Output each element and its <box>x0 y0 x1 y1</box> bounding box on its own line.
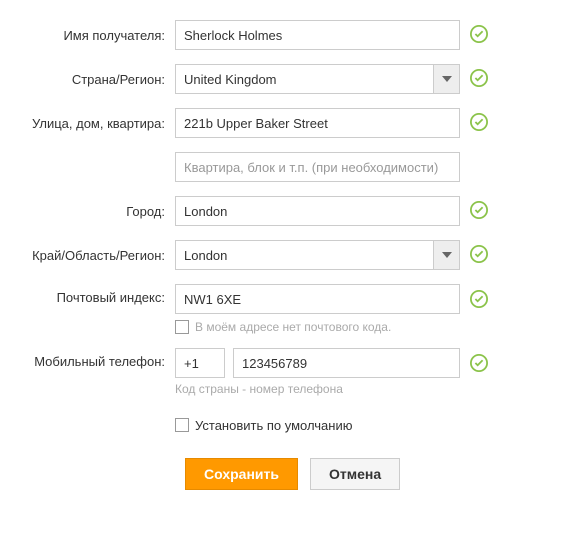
address-form: Имя получателя: Страна/Регион: Улица, до… <box>10 20 532 490</box>
recipient-label: Имя получателя: <box>10 28 175 43</box>
valid-icon <box>470 25 488 46</box>
cancel-button[interactable]: Отмена <box>310 458 400 490</box>
button-row: Сохранить Отмена <box>10 458 532 490</box>
phone-label: Мобильный телефон: <box>10 348 175 369</box>
phone-row: Мобильный телефон: Код страны - номер те… <box>10 348 532 396</box>
save-button[interactable]: Сохранить <box>185 458 298 490</box>
phone-hint: Код страны - номер телефона <box>175 382 460 396</box>
valid-icon <box>470 69 488 90</box>
postal-label: Почтовый индекс: <box>10 284 175 305</box>
valid-icon <box>470 245 488 266</box>
city-input[interactable] <box>175 196 460 226</box>
valid-icon <box>470 290 488 311</box>
phone-number-input[interactable] <box>233 348 460 378</box>
recipient-row: Имя получателя: <box>10 20 532 50</box>
city-row: Город: <box>10 196 532 226</box>
country-select[interactable] <box>175 64 460 94</box>
valid-icon <box>470 113 488 134</box>
region-select[interactable] <box>175 240 460 270</box>
set-default-checkbox[interactable] <box>175 418 189 432</box>
region-row: Край/Область/Регион: <box>10 240 532 270</box>
city-label: Город: <box>10 204 175 219</box>
street-label: Улица, дом, квартира: <box>10 116 175 131</box>
valid-icon <box>470 354 488 375</box>
country-label: Страна/Регион: <box>10 72 175 87</box>
phone-code-input[interactable] <box>175 348 225 378</box>
region-label: Край/Область/Регион: <box>10 248 175 263</box>
default-row: Установить по умолчанию <box>10 410 532 440</box>
street-row: Улица, дом, квартира: <box>10 108 532 138</box>
set-default-label: Установить по умолчанию <box>195 418 352 433</box>
no-postal-checkbox[interactable] <box>175 320 189 334</box>
no-postal-label: В моём адресе нет почтового кода. <box>195 320 391 334</box>
apartment-row <box>10 152 532 182</box>
street-input[interactable] <box>175 108 460 138</box>
postal-row: Почтовый индекс: В моём адресе нет почто… <box>10 284 532 334</box>
postal-input[interactable] <box>175 284 460 314</box>
valid-icon <box>470 201 488 222</box>
recipient-input[interactable] <box>175 20 460 50</box>
country-row: Страна/Регион: <box>10 64 532 94</box>
apartment-input[interactable] <box>175 152 460 182</box>
